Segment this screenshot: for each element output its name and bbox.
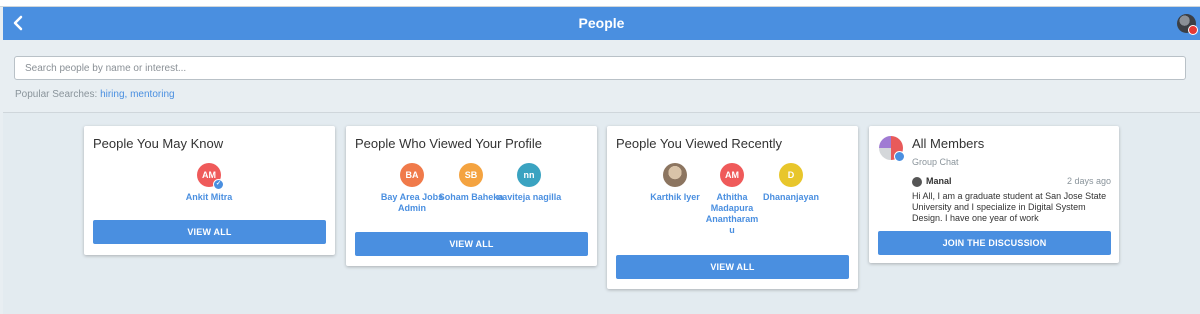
user-avatar[interactable] bbox=[1177, 14, 1198, 35]
person-name: Ankit Mitra bbox=[185, 192, 233, 202]
message-timestamp: 2 days ago bbox=[1066, 176, 1111, 186]
person-dhananjayan[interactable]: D Dhananjayan bbox=[756, 163, 826, 203]
person-name: naviteja nagilla bbox=[496, 192, 562, 202]
person-name: Athitha Madapura Anantharam u bbox=[705, 192, 759, 235]
app-header: People bbox=[3, 7, 1200, 40]
page-title: People bbox=[578, 15, 625, 31]
card-title: People You May Know bbox=[93, 136, 224, 151]
person-name: Dhananjayan bbox=[762, 192, 820, 202]
card-title: All Members bbox=[912, 136, 985, 151]
popular-searches-label: Popular Searches: bbox=[15, 89, 101, 100]
notification-dot bbox=[1188, 25, 1198, 35]
avatar: D bbox=[779, 163, 803, 187]
browser-top-strip bbox=[0, 0, 1200, 7]
view-all-button[interactable]: VIEW ALL bbox=[93, 220, 326, 244]
avatar: SB bbox=[459, 163, 483, 187]
popular-searches: Popular Searches: hiring, mentoring bbox=[15, 89, 175, 100]
avatar: AM ✓ bbox=[197, 163, 224, 190]
verified-check-icon: ✓ bbox=[213, 179, 224, 190]
search-section: Popular Searches: hiring, mentoring bbox=[3, 40, 1200, 113]
avatar-initials: nn bbox=[523, 170, 535, 180]
popular-search-hiring[interactable]: hiring, bbox=[100, 89, 127, 100]
avatar: BA bbox=[400, 163, 424, 187]
avatar: AM bbox=[720, 163, 744, 187]
card-title: People You Viewed Recently bbox=[616, 136, 782, 151]
card-people-you-may-know: People You May Know AM ✓ Ankit Mitra VIE… bbox=[84, 126, 335, 255]
person-ankit-mitra[interactable]: AM ✓ Ankit Mitra bbox=[174, 163, 244, 203]
author-avatar bbox=[912, 177, 922, 187]
popular-search-mentoring[interactable]: mentoring bbox=[130, 89, 174, 100]
message-preview: Hi All, I am a graduate student at San J… bbox=[912, 191, 1107, 223]
card-people-you-viewed-recently: People You Viewed Recently Karthik Iyer … bbox=[607, 126, 858, 289]
person-naviteja-nagilla[interactable]: nn naviteja nagilla bbox=[494, 163, 564, 203]
card-people-who-viewed-profile: People Who Viewed Your Profile BA Bay Ar… bbox=[346, 126, 597, 266]
message-author: Manal bbox=[926, 176, 952, 186]
avatar-initials: AM bbox=[725, 170, 739, 180]
avatar-initials: AM bbox=[202, 170, 216, 180]
view-all-button[interactable]: VIEW ALL bbox=[616, 255, 849, 279]
avatar: nn bbox=[517, 163, 541, 187]
group-subtitle: Group Chat bbox=[912, 157, 959, 167]
search-input[interactable] bbox=[14, 56, 1186, 80]
avatar-initials: D bbox=[787, 170, 795, 180]
card-all-members: All Members Group Chat Manal 2 days ago … bbox=[869, 126, 1119, 263]
card-title: People Who Viewed Your Profile bbox=[355, 136, 542, 151]
verified-check-icon bbox=[894, 151, 905, 162]
group-chat-icon bbox=[879, 136, 905, 162]
avatar-initials: BA bbox=[405, 170, 419, 180]
view-all-button[interactable]: VIEW ALL bbox=[355, 232, 588, 256]
avatar-initials: SB bbox=[464, 170, 478, 180]
join-discussion-button[interactable]: JOIN THE DISCUSSION bbox=[878, 231, 1111, 255]
photo-avatar bbox=[663, 163, 687, 187]
